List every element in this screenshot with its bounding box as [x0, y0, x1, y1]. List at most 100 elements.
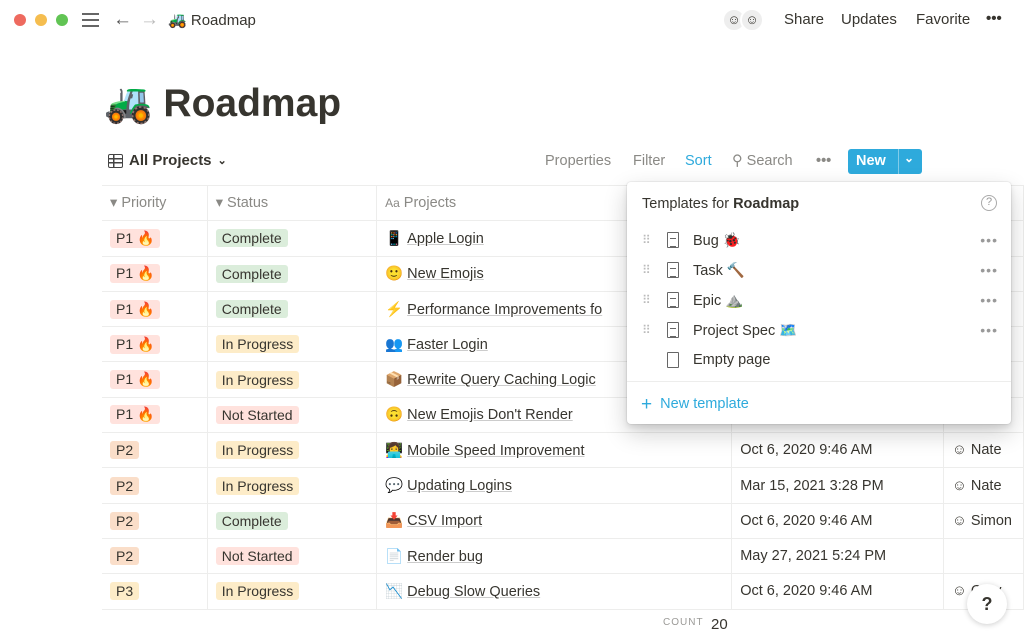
view-selector[interactable]: All Projects ⌄ — [108, 152, 227, 169]
status-cell[interactable]: Complete — [206, 502, 378, 539]
status-cell[interactable]: In Progress — [206, 573, 378, 610]
filter-button[interactable]: Filter — [633, 153, 665, 169]
status-cell[interactable]: In Progress — [206, 326, 378, 363]
project-title[interactable]: Performance Improvements fo — [407, 302, 602, 318]
updates-button[interactable]: Updates — [841, 11, 897, 28]
back-arrow-icon[interactable]: ← — [113, 9, 132, 31]
person-cell[interactable]: ☺ Nate — [943, 432, 1024, 469]
table-row[interactable]: P2 In Progress 💬 Updating Logins Mar 15,… — [102, 467, 1024, 504]
status-cell[interactable]: In Progress — [206, 361, 378, 398]
breadcrumb[interactable]: 🚜 Roadmap — [168, 11, 256, 29]
column-header-priority[interactable]: ▾ Priority — [102, 184, 208, 222]
priority-cell[interactable]: P1 🔥 — [102, 326, 208, 363]
drag-handle-icon[interactable]: ⠿ — [642, 293, 651, 307]
sidebar-menu-icon[interactable] — [82, 13, 99, 27]
close-window-button[interactable] — [14, 14, 26, 26]
page-title[interactable]: 🚜 Roadmap — [104, 80, 341, 126]
table-row[interactable]: P2 Not Started 📄 Render bug May 27, 2021… — [102, 537, 1024, 575]
collaborator-avatars[interactable]: ☺ ☺ — [722, 8, 766, 32]
sort-button[interactable]: Sort — [685, 153, 712, 169]
project-cell[interactable]: 💬 Updating Logins — [376, 467, 733, 504]
new-template-button[interactable]: + New template — [641, 394, 749, 416]
table-row[interactable]: P3 In Progress 📉 Debug Slow Queries Oct … — [102, 573, 1024, 610]
status-cell[interactable]: Complete — [206, 220, 378, 257]
divider — [898, 149, 899, 174]
date-cell[interactable]: Mar 15, 2021 3:28 PM — [731, 467, 945, 504]
divider — [627, 381, 1011, 382]
date-cell[interactable]: Oct 6, 2020 9:46 AM — [731, 432, 945, 469]
project-title[interactable]: Render bug — [407, 549, 483, 565]
chevron-down-icon[interactable]: ⌄ — [904, 151, 914, 165]
minimize-window-button[interactable] — [35, 14, 47, 26]
project-title[interactable]: Mobile Speed Improvement — [407, 443, 584, 459]
new-button[interactable]: New ⌄ — [848, 149, 922, 174]
template-item[interactable]: ⠿ Project Spec 🗺️ ••• — [627, 315, 1011, 345]
column-header-status[interactable]: ▾ Status — [206, 184, 378, 222]
date-cell[interactable]: May 27, 2021 5:24 PM — [731, 537, 945, 575]
person-cell[interactable] — [943, 537, 1024, 575]
project-cell[interactable]: 📄 Render bug — [376, 537, 733, 575]
count-value: 20 — [711, 616, 728, 633]
more-options-icon[interactable]: ••• — [980, 232, 998, 248]
project-cell[interactable]: 👩‍💻 Mobile Speed Improvement — [376, 432, 733, 469]
status-cell[interactable]: Not Started — [206, 537, 378, 575]
drag-handle-icon[interactable]: ⠿ — [642, 263, 651, 277]
project-icon: 🙂 — [385, 266, 404, 283]
priority-cell[interactable]: P2 — [102, 502, 208, 539]
project-cell[interactable]: 📉 Debug Slow Queries — [376, 573, 733, 610]
priority-cell[interactable]: P2 — [102, 467, 208, 504]
template-label: Epic ⛰️ — [693, 292, 744, 309]
status-cell[interactable]: In Progress — [206, 432, 378, 469]
date-cell[interactable]: Oct 6, 2020 9:46 AM — [731, 573, 945, 610]
help-icon[interactable]: ? — [981, 195, 997, 211]
breadcrumb-label: Roadmap — [190, 12, 256, 29]
template-item[interactable]: ⠿ Epic ⛰️ ••• — [627, 285, 1011, 315]
more-options-icon[interactable]: ••• — [980, 262, 998, 278]
search-button[interactable]: ⚲ Search — [732, 153, 793, 169]
project-title[interactable]: Rewrite Query Caching Logic — [407, 372, 596, 388]
template-item[interactable]: ⠿ Task 🔨 ••• — [627, 255, 1011, 285]
priority-cell[interactable]: P2 — [102, 432, 208, 469]
priority-cell[interactable]: P3 — [102, 573, 208, 610]
templates-popover: Templates for Roadmap ? ⠿ Bug 🐞 ••• ⠿ Task… — [627, 182, 1011, 424]
status-cell[interactable]: Complete — [206, 290, 378, 328]
project-title[interactable]: CSV Import — [407, 513, 482, 529]
priority-cell[interactable]: P2 — [102, 537, 208, 575]
view-more-icon[interactable]: ••• — [816, 153, 831, 169]
template-item[interactable]: Empty page — [627, 345, 1011, 375]
status-badge: Not Started — [215, 405, 299, 424]
person-cell[interactable]: ☺ Nate — [943, 467, 1024, 504]
more-options-icon[interactable]: ••• — [986, 10, 1002, 27]
project-cell[interactable]: 📥 CSV Import — [376, 502, 733, 539]
priority-cell[interactable]: P1 🔥 — [102, 396, 208, 434]
template-item[interactable]: ⠿ Bug 🐞 ••• — [627, 225, 1011, 255]
priority-cell[interactable]: P1 🔥 — [102, 220, 208, 257]
favorite-button[interactable]: Favorite — [916, 11, 970, 28]
project-title[interactable]: New Emojis Don't Render — [407, 407, 573, 423]
table-row[interactable]: P2 In Progress 👩‍💻 Mobile Speed Improvem… — [102, 432, 1024, 469]
priority-cell[interactable]: P1 🔥 — [102, 255, 208, 292]
project-title[interactable]: Updating Logins — [407, 478, 512, 494]
project-title[interactable]: Apple Login — [407, 231, 484, 247]
more-options-icon[interactable]: ••• — [980, 322, 998, 338]
table-row[interactable]: P2 Complete 📥 CSV Import Oct 6, 2020 9:4… — [102, 502, 1024, 539]
priority-cell[interactable]: P1 🔥 — [102, 290, 208, 328]
project-title[interactable]: Debug Slow Queries — [407, 584, 540, 600]
status-cell[interactable]: In Progress — [206, 467, 378, 504]
drag-handle-icon[interactable]: ⠿ — [642, 233, 651, 247]
drag-handle-icon[interactable]: ⠿ — [642, 323, 651, 337]
status-cell[interactable]: Not Started — [206, 396, 378, 434]
priority-cell[interactable]: P1 🔥 — [102, 361, 208, 398]
help-button[interactable]: ? — [967, 584, 1007, 624]
person-cell[interactable]: ☺ Simon — [943, 502, 1024, 539]
maximize-window-button[interactable] — [56, 14, 68, 26]
date-cell[interactable]: Oct 6, 2020 9:46 AM — [731, 502, 945, 539]
project-title[interactable]: Faster Login — [407, 337, 488, 353]
status-cell[interactable]: Complete — [206, 255, 378, 292]
share-button[interactable]: Share — [784, 11, 824, 28]
more-options-icon[interactable]: ••• — [980, 292, 998, 308]
count-label: COUNT — [663, 617, 704, 628]
properties-button[interactable]: Properties — [545, 153, 611, 169]
project-title[interactable]: New Emojis — [407, 266, 484, 282]
forward-arrow-icon[interactable]: → — [140, 9, 159, 31]
